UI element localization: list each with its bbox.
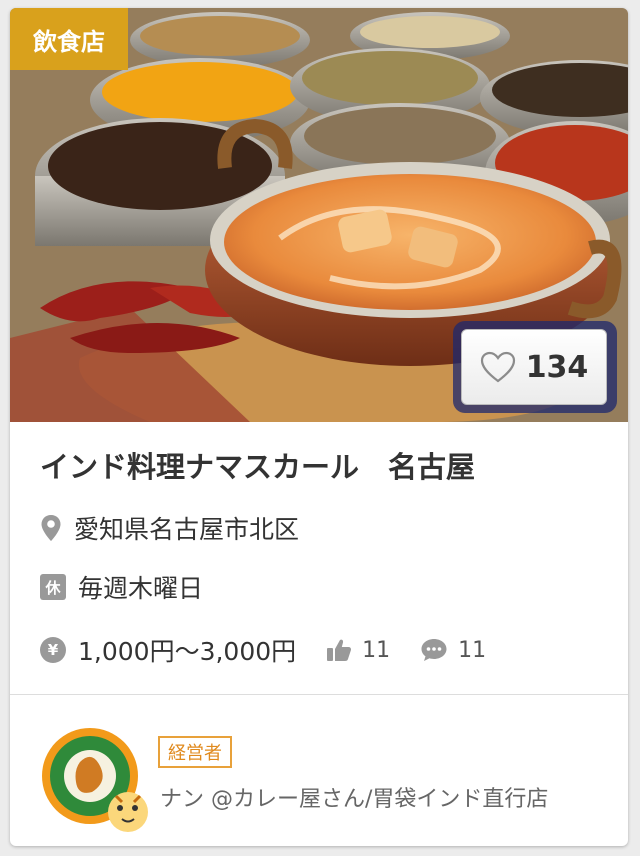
like-button-focus-ring: 134 <box>453 321 617 413</box>
like-count: 134 <box>525 349 589 385</box>
stats-row: ¥ 1,000円〜3,000円 11 11 <box>40 632 486 668</box>
holiday-row: 休 毎週木曜日 <box>40 569 203 605</box>
role-badge-label: 経営者 <box>168 743 222 764</box>
heart-icon <box>480 351 515 383</box>
comments-count: 11 <box>458 637 487 663</box>
author-avatar[interactable] <box>40 726 152 834</box>
shop-card[interactable]: 飲食店 134 インド料理ナマスカール 名古屋 愛知県名古屋市北区 休 毎週木曜… <box>10 8 628 846</box>
category-badge-label: 飲食店 <box>33 27 105 56</box>
shop-title[interactable]: インド料理ナマスカール 名古屋 <box>40 444 475 486</box>
thumbs-up-icon <box>327 639 352 661</box>
holiday-text: 毎週木曜日 <box>78 574 204 603</box>
comment-icon <box>421 639 447 661</box>
author-name[interactable]: ナン @カレー屋さん/胃袋インド直行店 <box>160 781 548 813</box>
comments-stat: 11 <box>420 638 486 663</box>
likes-stat: 11 <box>326 638 390 663</box>
likes-count: 11 <box>362 637 391 663</box>
divider <box>10 694 628 695</box>
role-badge: 経営者 <box>158 736 232 768</box>
address-row: 愛知県名古屋市北区 <box>40 510 299 546</box>
address-text: 愛知県名古屋市北区 <box>74 515 300 544</box>
yen-icon: ¥ <box>40 637 66 663</box>
holiday-icon: 休 <box>40 574 66 600</box>
map-pin-icon <box>41 515 61 541</box>
price-text: 1,000円〜3,000円 <box>78 637 297 666</box>
shop-photo[interactable]: 飲食店 134 <box>10 8 628 422</box>
category-badge: 飲食店 <box>10 8 128 70</box>
like-button[interactable]: 134 <box>461 329 607 405</box>
